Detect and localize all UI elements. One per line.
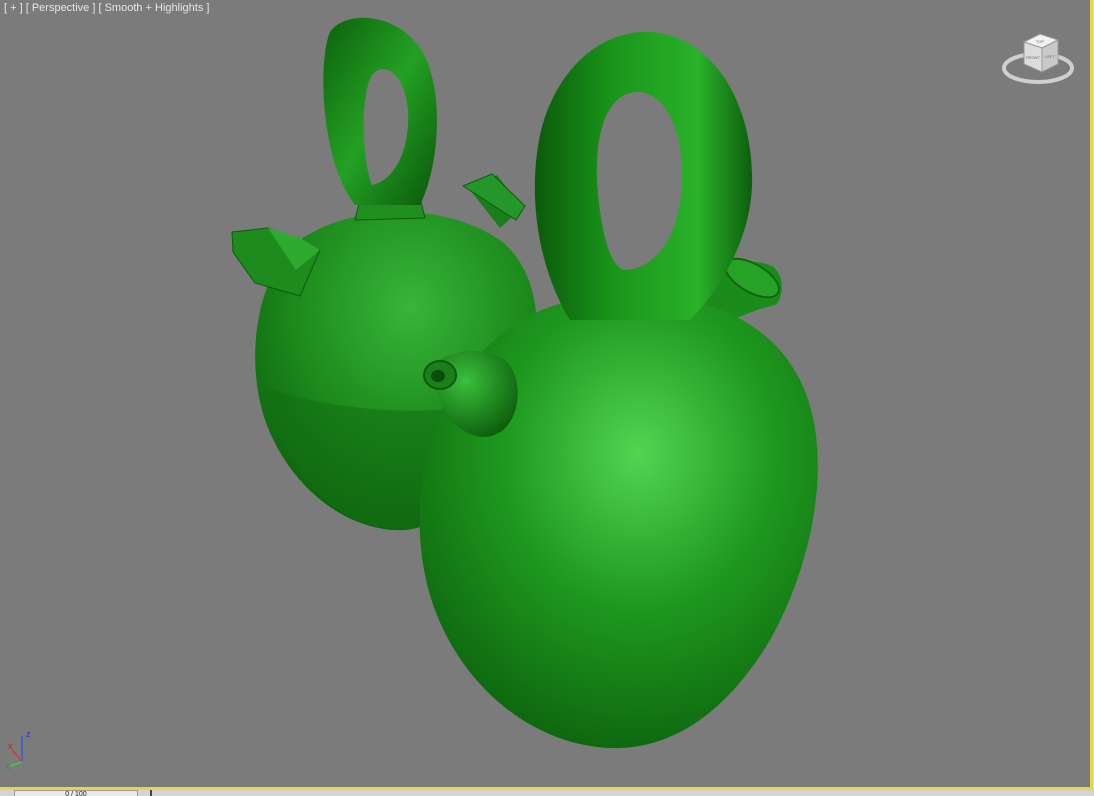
timeline-bar: 0 / 100 xyxy=(0,790,1094,796)
viewcube[interactable]: TOP FRONT LEFT xyxy=(1000,30,1076,94)
axis-tripod: z x y xyxy=(6,729,31,770)
front-spout-left-hole xyxy=(431,370,445,382)
axis-z-label: z xyxy=(26,729,31,739)
front-handle xyxy=(534,31,753,320)
perspective-viewport[interactable]: [ + ] [ Perspective ] [ Smooth + Highlig… xyxy=(0,0,1093,790)
time-slider[interactable]: 0 / 100 xyxy=(14,790,138,796)
viewcube-top-label: TOP xyxy=(1036,39,1044,44)
axis-y-label: y xyxy=(6,761,11,770)
axis-y-line xyxy=(9,761,23,767)
axis-x-label: x xyxy=(8,741,13,751)
viewcube-front-label: FRONT xyxy=(1026,55,1040,60)
back-handle xyxy=(323,17,437,205)
botijo-front[interactable] xyxy=(419,31,818,749)
viewcube-left-label: LEFT xyxy=(1045,54,1055,59)
axis-x-line xyxy=(11,749,23,763)
time-slider-marker xyxy=(150,790,152,796)
scene-render[interactable] xyxy=(0,0,1090,787)
